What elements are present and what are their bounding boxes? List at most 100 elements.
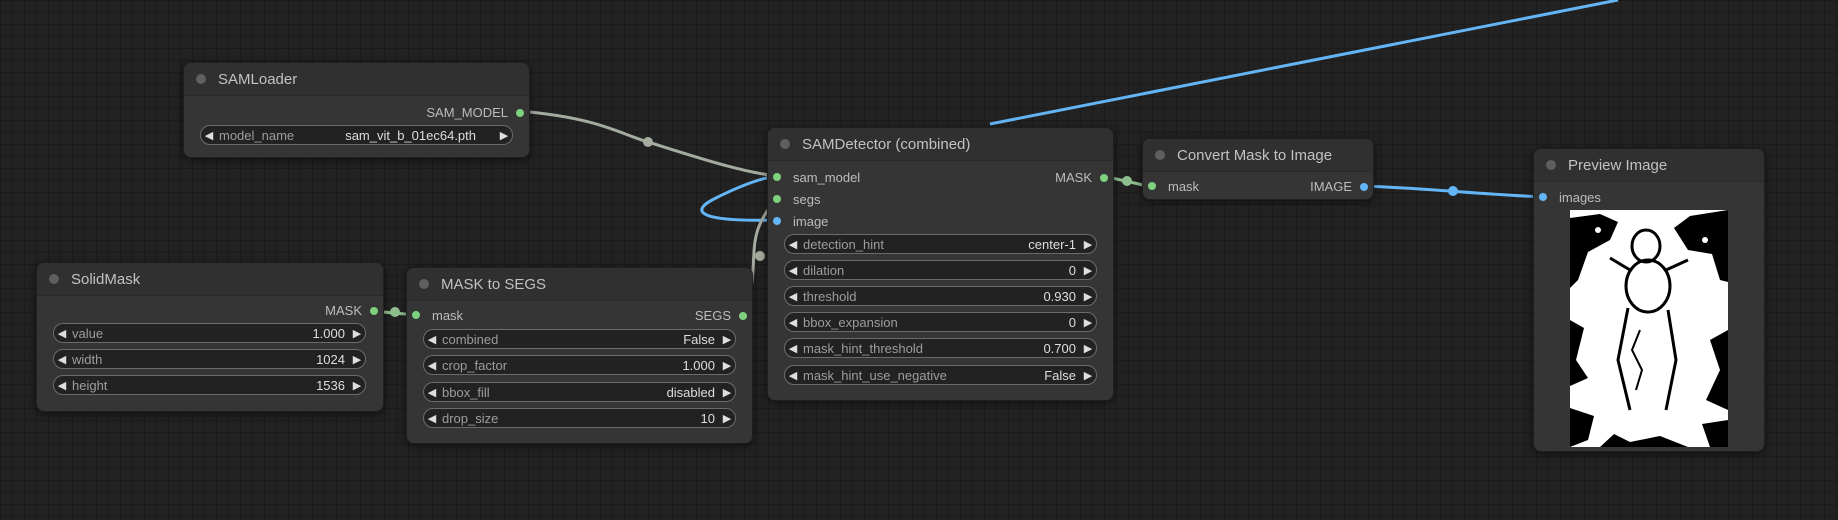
node-sam-detector[interactable]: SAMDetector (combined) sam_model segs im… bbox=[767, 127, 1114, 401]
increment-arrow-icon[interactable]: ▶ bbox=[1080, 369, 1096, 382]
increment-arrow-icon[interactable]: ▶ bbox=[1080, 238, 1096, 251]
widget-value[interactable]: ◀ value 1.000 ▶ bbox=[53, 323, 366, 343]
widget-width[interactable]: ◀ width 1024 ▶ bbox=[53, 349, 366, 369]
decrement-arrow-icon[interactable]: ◀ bbox=[785, 290, 801, 303]
decrement-arrow-icon[interactable]: ◀ bbox=[54, 353, 70, 366]
widget-label: value bbox=[72, 325, 104, 341]
widget-label: bbox_expansion bbox=[803, 314, 898, 330]
input-row-mask[interactable]: mask bbox=[412, 305, 463, 325]
widget-detection-hint[interactable]: ◀ detection_hint center-1 ▶ bbox=[784, 234, 1097, 254]
input-row-segs[interactable]: segs bbox=[773, 189, 820, 209]
decrement-arrow-icon[interactable]: ◀ bbox=[424, 333, 440, 346]
output-slot-image[interactable] bbox=[1360, 183, 1368, 191]
widget-dilation[interactable]: ◀ dilation 0 ▶ bbox=[784, 260, 1097, 280]
widget-label: bbox_fill bbox=[442, 384, 490, 400]
node-title-bar[interactable]: SolidMask bbox=[37, 263, 383, 296]
widget-drop-size[interactable]: ◀ drop_size 10 ▶ bbox=[423, 408, 736, 428]
input-row-image[interactable]: image bbox=[773, 211, 828, 231]
node-title-bar[interactable]: MASK to SEGS bbox=[407, 268, 752, 301]
input-slot-segs[interactable] bbox=[773, 195, 781, 203]
input-slot-sam-model[interactable] bbox=[773, 173, 781, 181]
node-title: Convert Mask to Image bbox=[1177, 146, 1333, 164]
decrement-arrow-icon[interactable]: ◀ bbox=[785, 369, 801, 382]
link-mask-solid-midpoint[interactable] bbox=[390, 307, 400, 317]
output-slot-mask[interactable] bbox=[1100, 174, 1108, 182]
widget-height[interactable]: ◀ height 1536 ▶ bbox=[53, 375, 366, 395]
input-row-mask[interactable]: mask bbox=[1148, 176, 1199, 196]
decrement-arrow-icon[interactable]: ◀ bbox=[54, 327, 70, 340]
collapse-dot-icon[interactable] bbox=[780, 139, 790, 149]
decrement-arrow-icon[interactable]: ◀ bbox=[424, 386, 440, 399]
link-mask-detector-midpoint[interactable] bbox=[1122, 176, 1132, 186]
input-slot-mask[interactable] bbox=[412, 311, 420, 319]
increment-arrow-icon[interactable]: ▶ bbox=[349, 379, 365, 392]
input-label-mask: mask bbox=[1168, 178, 1200, 194]
node-title-bar[interactable]: Preview Image bbox=[1534, 149, 1764, 182]
node-preview-image[interactable]: Preview Image images bbox=[1533, 148, 1765, 452]
mask-preview-graphic bbox=[1570, 210, 1728, 447]
collapse-dot-icon[interactable] bbox=[196, 74, 206, 84]
increment-arrow-icon[interactable]: ▶ bbox=[496, 129, 512, 142]
output-slot-sam-model[interactable] bbox=[516, 109, 524, 117]
decrement-arrow-icon[interactable]: ◀ bbox=[201, 129, 217, 142]
collapse-dot-icon[interactable] bbox=[1155, 150, 1165, 160]
increment-arrow-icon[interactable]: ▶ bbox=[719, 412, 735, 425]
increment-arrow-icon[interactable]: ▶ bbox=[1080, 264, 1096, 277]
widget-value-text: False bbox=[683, 331, 715, 347]
decrement-arrow-icon[interactable]: ◀ bbox=[785, 316, 801, 329]
increment-arrow-icon[interactable]: ▶ bbox=[719, 359, 735, 372]
widget-mask-hint-threshold[interactable]: ◀ mask_hint_threshold 0.700 ▶ bbox=[784, 338, 1097, 358]
output-slot-mask[interactable] bbox=[370, 307, 378, 315]
decrement-arrow-icon[interactable]: ◀ bbox=[54, 379, 70, 392]
output-label-mask: MASK bbox=[1055, 170, 1092, 185]
increment-arrow-icon[interactable]: ▶ bbox=[1080, 290, 1096, 303]
widget-mask-hint-use-negative[interactable]: ◀ mask_hint_use_negative False ▶ bbox=[784, 365, 1097, 385]
input-row-sam-model[interactable]: sam_model bbox=[773, 167, 860, 187]
decrement-arrow-icon[interactable]: ◀ bbox=[785, 238, 801, 251]
link-sam-model[interactable] bbox=[518, 109, 778, 178]
collapse-dot-icon[interactable] bbox=[419, 279, 429, 289]
increment-arrow-icon[interactable]: ▶ bbox=[1080, 342, 1096, 355]
node-title-bar[interactable]: Convert Mask to Image bbox=[1143, 139, 1373, 172]
widget-value-text: False bbox=[1044, 367, 1076, 383]
increment-arrow-icon[interactable]: ▶ bbox=[349, 327, 365, 340]
link-image-loop[interactable] bbox=[700, 174, 778, 222]
input-row-images[interactable]: images bbox=[1539, 187, 1601, 207]
output-label-sam-model: SAM_MODEL bbox=[426, 105, 508, 120]
widget-threshold[interactable]: ◀ threshold 0.930 ▶ bbox=[784, 286, 1097, 306]
increment-arrow-icon[interactable]: ▶ bbox=[349, 353, 365, 366]
widget-value-text: center-1 bbox=[1028, 236, 1076, 252]
node-title: Preview Image bbox=[1568, 156, 1668, 174]
node-title-bar[interactable]: SAMLoader bbox=[184, 63, 529, 96]
increment-arrow-icon[interactable]: ▶ bbox=[719, 333, 735, 346]
increment-arrow-icon[interactable]: ▶ bbox=[1080, 316, 1096, 329]
input-slot-mask[interactable] bbox=[1148, 182, 1156, 190]
node-convert-mask-to-image[interactable]: Convert Mask to Image mask IMAGE bbox=[1142, 138, 1374, 200]
decrement-arrow-icon[interactable]: ◀ bbox=[785, 264, 801, 277]
widget-value-text: 0 bbox=[1068, 314, 1076, 330]
widget-bbox-expansion[interactable]: ◀ bbox_expansion 0 ▶ bbox=[784, 312, 1097, 332]
link-image-preview-midpoint[interactable] bbox=[1448, 186, 1458, 196]
decrement-arrow-icon[interactable]: ◀ bbox=[424, 412, 440, 425]
node-mask-to-segs[interactable]: MASK to SEGS mask SEGS ◀ combined False … bbox=[406, 267, 753, 444]
link-segs-midpoint[interactable] bbox=[755, 251, 765, 261]
input-label-image: image bbox=[793, 213, 829, 229]
output-label-mask: MASK bbox=[325, 303, 362, 318]
node-sam-loader[interactable]: SAMLoader SAM_MODEL ◀ model_name sam_vit… bbox=[183, 62, 530, 158]
widget-combined[interactable]: ◀ combined False ▶ bbox=[423, 329, 736, 349]
collapse-dot-icon[interactable] bbox=[49, 274, 59, 284]
collapse-dot-icon[interactable] bbox=[1546, 160, 1556, 170]
widget-model-name[interactable]: ◀ model_name sam_vit_b_01ec64.pth ▶ bbox=[200, 125, 513, 145]
decrement-arrow-icon[interactable]: ◀ bbox=[424, 359, 440, 372]
widget-crop-factor[interactable]: ◀ crop_factor 1.000 ▶ bbox=[423, 355, 736, 375]
link-sam-model-midpoint[interactable] bbox=[643, 137, 653, 147]
node-title-bar[interactable]: SAMDetector (combined) bbox=[768, 128, 1113, 161]
widget-bbox-fill[interactable]: ◀ bbox_fill disabled ▶ bbox=[423, 382, 736, 402]
decrement-arrow-icon[interactable]: ◀ bbox=[785, 342, 801, 355]
input-slot-images[interactable] bbox=[1539, 193, 1547, 201]
output-slot-segs[interactable] bbox=[739, 312, 747, 320]
node-solid-mask[interactable]: SolidMask MASK ◀ value 1.000 ▶ ◀ width 1… bbox=[36, 262, 384, 412]
increment-arrow-icon[interactable]: ▶ bbox=[719, 386, 735, 399]
input-slot-image[interactable] bbox=[773, 217, 781, 225]
link-image-preview[interactable] bbox=[1361, 184, 1544, 199]
